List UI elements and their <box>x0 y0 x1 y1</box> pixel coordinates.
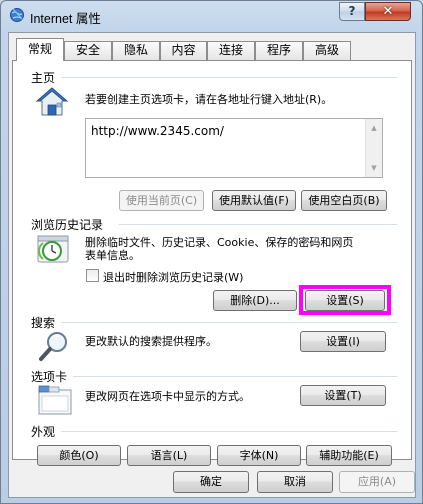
scroll-up-icon[interactable]: ▲ <box>366 120 382 136</box>
accessibility-button[interactable]: 辅助功能(E) <box>306 445 392 466</box>
tabs-divider <box>73 376 397 377</box>
tabs-description: 更改网页在选项卡中显示的方式。 <box>85 390 250 403</box>
tabs-window-icon <box>38 385 72 415</box>
home-url-scrollbar[interactable]: ▲ ▼ <box>365 119 382 177</box>
use-current-button[interactable]: 使用当前页(C) <box>119 190 204 211</box>
tab-advanced[interactable]: 高级 <box>303 41 351 60</box>
delete-on-exit-label[interactable]: 退出时删除浏览历史记录(W) <box>103 269 243 285</box>
search-divider <box>61 322 397 323</box>
history-divider <box>119 224 397 225</box>
fonts-button[interactable]: 字体(N) <box>217 445 301 466</box>
delete-history-button[interactable]: 删除(D)... <box>213 290 297 311</box>
tab-connections[interactable]: 连接 <box>207 41 255 60</box>
internet-globe-icon <box>10 8 24 22</box>
home-description: 若要创建主页选项卡，请在各地址行键入地址(R)。 <box>85 93 333 106</box>
colors-button[interactable]: 颜色(O) <box>37 445 121 466</box>
cancel-button[interactable]: 取消 <box>257 471 333 493</box>
tab-general[interactable]: 常规 <box>16 38 64 61</box>
home-page-url-input[interactable]: http://www.2345.com/ ▲ ▼ <box>85 118 383 178</box>
tab-privacy[interactable]: 隐私 <box>112 41 160 60</box>
ok-button[interactable]: 确定 <box>173 471 249 493</box>
magnifier-icon <box>39 332 67 361</box>
delete-on-exit-checkbox[interactable] <box>86 269 99 282</box>
use-default-button[interactable]: 使用默认值(F) <box>212 190 296 211</box>
history-description-line2: 表单信息。 <box>85 249 140 262</box>
search-description: 更改默认的搜索提供程序。 <box>85 335 217 348</box>
title-bar[interactable]: Internet 属性 ? ✕ <box>1 1 422 31</box>
tab-programs[interactable]: 程序 <box>255 41 303 60</box>
scroll-down-icon[interactable]: ▼ <box>366 160 382 176</box>
dialog-client: 常规 安全 隐私 内容 连接 程序 高级 主页 若要创建主页选项卡，请在各地址行… <box>8 32 416 498</box>
tab-security[interactable]: 安全 <box>64 41 112 60</box>
history-clock-icon <box>37 235 69 263</box>
internet-properties-window: Internet 属性 ? ✕ 常规 安全 隐私 内容 连接 程序 高级 主页 … <box>0 0 423 504</box>
tab-strip: 常规 安全 隐私 内容 连接 程序 高级 <box>11 38 411 61</box>
window-title: Internet 属性 <box>30 12 101 26</box>
appearance-divider <box>61 431 397 432</box>
history-section-title: 浏览历史记录 <box>31 218 104 232</box>
history-settings-button[interactable]: 设置(S) <box>305 290 385 311</box>
close-button[interactable]: ✕ <box>365 2 411 21</box>
search-settings-button[interactable]: 设置(I) <box>300 331 386 352</box>
apply-button[interactable]: 应用(A) <box>339 471 415 493</box>
languages-button[interactable]: 语言(L) <box>127 445 211 466</box>
general-tab-panel: 主页 若要创建主页选项卡，请在各地址行键入地址(R)。 http://www.2… <box>12 60 412 466</box>
tabs-section-title: 选项卡 <box>31 370 68 384</box>
home-page-url-value: http://www.2345.com/ <box>91 124 224 138</box>
appearance-section-title: 外观 <box>31 425 56 439</box>
home-divider <box>61 77 397 78</box>
home-section-title: 主页 <box>31 71 56 85</box>
use-blank-button[interactable]: 使用空白页(B) <box>301 190 387 211</box>
home-icon <box>35 87 69 116</box>
help-button[interactable]: ? <box>339 2 365 21</box>
tab-content[interactable]: 内容 <box>160 41 207 60</box>
tabs-settings-button[interactable]: 设置(T) <box>300 385 386 406</box>
